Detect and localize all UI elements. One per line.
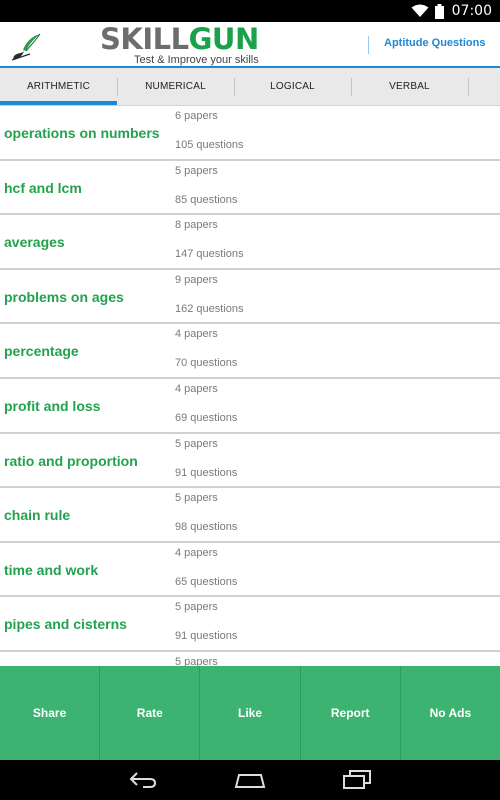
logo-skill: SKILL [100,22,189,56]
questions-count: 69 questions [175,411,238,424]
papers-count: 5 papers [175,164,218,177]
papers-count: 6 papers [175,110,218,122]
logo-gun: GUN [188,22,260,56]
tab-label: VERBAL [389,81,430,92]
wifi-icon [411,4,429,17]
topic-name: percentage [4,343,79,360]
feather-pen-icon[interactable] [10,32,44,62]
status-icons: 07:00 [411,3,492,19]
status-time: 07:00 [451,3,492,19]
list-item[interactable]: ratio and proportion 5 papers 91 questio… [0,434,500,489]
tab-label: LOGICAL [270,81,315,92]
list-item[interactable]: problems on ages 9 papers 162 questions [0,270,500,325]
list-item[interactable]: chain rule 5 papers 98 questions [0,488,500,543]
tab-arithmetic[interactable]: ARITHMETIC [0,68,117,105]
logo-tagline: Test & Improve your skills [134,54,259,66]
topic-name: ratio and proportion [4,452,138,469]
papers-count: 5 papers [175,601,218,614]
skillgun-logo: SKILLGUN Test & Improve your skills [98,22,273,68]
questions-count: 105 questions [175,139,244,151]
share-button[interactable]: Share [0,666,99,760]
papers-count: 5 papers [175,492,218,505]
tab-label: ARITHMETIC [26,81,91,92]
list-item[interactable]: percentage 4 papers 70 questions [0,324,500,379]
section-title[interactable]: Aptitude Questions [384,37,485,49]
status-bar: 07:00 [0,0,500,22]
logo-wordmark: SKILLGUN [100,22,259,56]
nav-back-button[interactable] [126,768,160,792]
topic-name: chain rule [4,507,71,524]
papers-count: 5 papers [175,437,218,450]
questions-count: 91 questions [175,466,238,479]
tab-numerical[interactable]: NUMERICAL [117,68,234,105]
topic-name: time and work [4,561,99,578]
tab-label: NUMERICAL [145,81,206,92]
bottom-action-bar: Share Rate Like Report No Ads [0,666,500,760]
tab-verbal[interactable]: VERBAL [351,68,468,105]
topic-name: operations on numbers [4,125,160,141]
no-ads-button[interactable]: No Ads [399,666,500,760]
list-item[interactable]: profit and loss 4 papers 69 questions [0,379,500,434]
questions-count: 85 questions [175,193,238,206]
papers-count: 4 papers [175,382,218,395]
action-bar: SKILLGUN Test & Improve your skills Apti… [0,22,500,68]
like-button[interactable]: Like [199,666,299,760]
list-item[interactable]: 5 papers [0,652,500,666]
action-divider [368,36,369,54]
tab-logical[interactable]: LOGICAL [234,68,351,105]
papers-count: 4 papers [175,328,218,341]
list-item[interactable]: time and work 4 papers 65 questions [0,543,500,598]
report-button[interactable]: Report [299,666,400,760]
list-item[interactable]: hcf and lcm 5 papers 85 questions [0,161,500,216]
questions-count: 147 questions [175,248,244,261]
rate-button[interactable]: Rate [99,666,199,760]
papers-count: 4 papers [175,546,218,559]
questions-count: 162 questions [175,302,244,315]
topic-list[interactable]: operations on numbers 6 papers 105 quest… [0,106,500,666]
list-item[interactable]: averages 8 papers 147 questions [0,215,500,270]
topic-name: averages [4,234,65,251]
recent-apps-icon [343,770,371,789]
category-tabs: ARITHMETIC NUMERICAL LOGICAL VERBAL A [0,68,500,106]
nav-recents-button[interactable] [340,768,374,792]
nav-home-button[interactable] [233,768,267,792]
list-item[interactable]: operations on numbers 6 papers 105 quest… [0,106,500,161]
back-arrow-icon [129,772,157,788]
questions-count: 65 questions [175,575,238,588]
questions-count: 91 questions [175,630,238,643]
questions-count: 98 questions [175,521,238,534]
tab-partial[interactable]: A [468,68,500,105]
topic-name: problems on ages [4,288,124,305]
home-icon [234,774,266,788]
battery-icon [434,3,444,19]
topic-name: hcf and lcm [4,179,82,196]
questions-count: 70 questions [175,357,238,370]
papers-count: 8 papers [175,219,218,232]
system-nav-bar [0,760,500,800]
list-item[interactable]: pipes and cisterns 5 papers 91 questions [0,597,500,652]
topic-name: pipes and cisterns [4,616,127,633]
papers-count: 9 papers [175,273,218,286]
topic-name: profit and loss [4,397,101,414]
papers-count: 5 papers [175,655,218,666]
